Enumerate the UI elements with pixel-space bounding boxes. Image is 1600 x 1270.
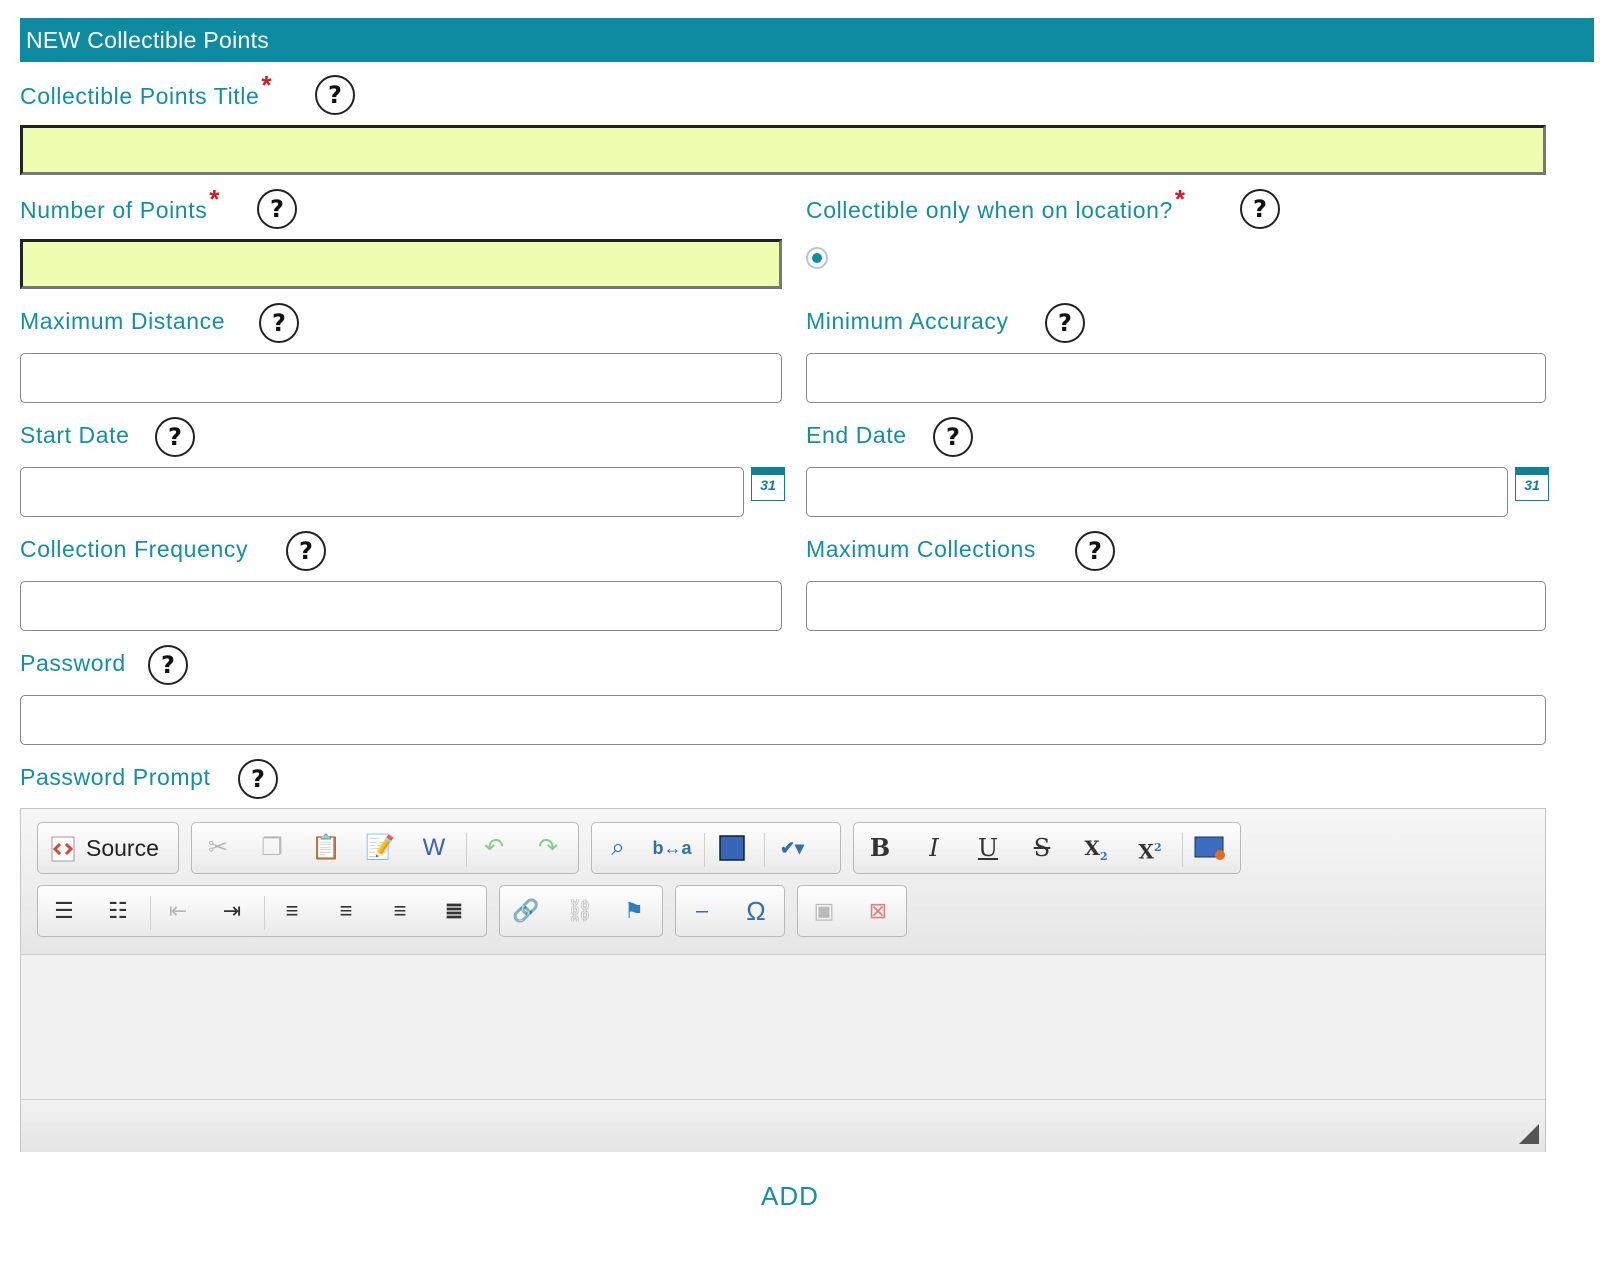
link-icon[interactable]: 🔗 <box>504 889 548 933</box>
tools-group: ▣ ⊠ <box>797 885 907 937</box>
subscript-icon[interactable]: X2 <box>1074 826 1118 870</box>
outdent-icon[interactable]: ⇤ <box>156 889 200 933</box>
underline-icon[interactable]: U <box>966 826 1010 870</box>
help-icon-end-date[interactable]: ? <box>933 417 973 457</box>
image-icon[interactable]: ▣ <box>802 889 846 933</box>
unlink-icon[interactable]: ⛓ <box>558 889 602 933</box>
points-input[interactable] <box>20 239 782 289</box>
links-group: 🔗 ⛓ ⚑ <box>499 885 663 937</box>
help-icon-max-distance[interactable]: ? <box>259 303 299 343</box>
max-collections-input[interactable] <box>806 581 1546 631</box>
italic-icon[interactable]: I <box>912 826 956 870</box>
help-icon-title[interactable]: ? <box>315 75 355 115</box>
replace-icon[interactable]: b↔a <box>650 826 694 870</box>
spellcheck-icon[interactable]: ✔▾ <box>770 826 814 870</box>
field-label-max-collections: Maximum Collections <box>806 536 1036 562</box>
editor-toolbar: Source ✂ ❐ 📋 📝 W ↶ ↷ ⌕ b↔a ✔▾ B I U S X2 <box>21 809 1545 955</box>
field-label-password-prompt: Password Prompt <box>20 764 211 790</box>
editor-content-area[interactable] <box>21 955 1545 1099</box>
field-label-frequency: Collection Frequency <box>20 536 249 562</box>
paste-text-icon[interactable]: 📝 <box>358 826 402 870</box>
anchor-icon[interactable]: ⚑ <box>612 889 656 933</box>
help-icon-max-collections[interactable]: ? <box>1075 531 1115 571</box>
calendar-icon-start[interactable]: 31 <box>751 467 785 501</box>
clipboard-group: ✂ ❐ 📋 📝 W ↶ ↷ <box>191 822 579 874</box>
radio-selected-dot <box>812 253 822 263</box>
remove-format-icon[interactable]: ⊠ <box>856 889 900 933</box>
cut-icon[interactable]: ✂ <box>196 826 240 870</box>
start-date-input[interactable] <box>20 467 744 517</box>
field-label-password: Password <box>20 650 126 676</box>
redo-icon[interactable]: ↷ <box>526 826 570 870</box>
special-char-icon[interactable]: Ω <box>734 889 778 933</box>
source-label: Source <box>86 835 159 861</box>
form-header-title: NEW Collectible Points <box>20 18 1594 62</box>
add-button[interactable]: ADD <box>740 1176 840 1216</box>
align-left-icon[interactable]: ≡ <box>270 889 314 933</box>
editor-status-bar <box>21 1099 1545 1152</box>
html-icon[interactable] <box>1188 826 1232 870</box>
bulleted-list-icon[interactable]: ☷ <box>96 889 140 933</box>
help-icon-min-accuracy[interactable]: ? <box>1045 303 1085 343</box>
title-input[interactable] <box>20 125 1546 175</box>
bold-icon[interactable]: B <box>858 826 902 870</box>
superscript-icon[interactable]: X2 <box>1128 826 1172 870</box>
resize-handle-icon[interactable] <box>1519 1124 1539 1144</box>
field-label-start-date: Start Date <box>20 422 130 448</box>
strike-icon[interactable]: S <box>1020 826 1064 870</box>
help-icon-password-prompt[interactable]: ? <box>238 759 278 799</box>
help-icon-start-date[interactable]: ? <box>155 417 195 457</box>
max-distance-input[interactable] <box>20 353 782 403</box>
field-label-min-accuracy: Minimum Accuracy <box>806 308 1009 334</box>
editing-group: ⌕ b↔a ✔▾ <box>591 822 841 874</box>
find-icon[interactable]: ⌕ <box>596 826 640 870</box>
basic-styles-group: B I U S X2 X2 <box>853 822 1241 874</box>
align-right-icon[interactable]: ≡ <box>378 889 422 933</box>
calendar-icon-end[interactable]: 31 <box>1515 467 1549 501</box>
field-label-title: Collectible Points Title* <box>20 70 273 109</box>
horizontal-rule-icon[interactable]: ⎯ <box>680 889 724 933</box>
align-center-icon[interactable]: ≡ <box>324 889 368 933</box>
on-location-radio[interactable] <box>806 247 828 269</box>
paste-word-icon[interactable]: W <box>412 826 456 870</box>
end-date-input[interactable] <box>806 467 1508 517</box>
field-label-end-date: End Date <box>806 422 907 448</box>
field-label-points: Number of Points* <box>20 184 221 223</box>
numbered-list-icon[interactable]: ☰ <box>42 889 86 933</box>
rich-text-editor: Source ✂ ❐ 📋 📝 W ↶ ↷ ⌕ b↔a ✔▾ B I U S X2 <box>20 808 1546 1152</box>
source-icon <box>51 836 75 862</box>
password-input[interactable] <box>20 695 1546 745</box>
copy-icon[interactable]: ❐ <box>250 826 294 870</box>
help-icon-points[interactable]: ? <box>257 189 297 229</box>
justify-icon[interactable]: ≣ <box>432 889 476 933</box>
required-mark: * <box>1174 184 1186 214</box>
insert-group: ⎯ Ω <box>675 885 785 937</box>
indent-icon[interactable]: ⇥ <box>210 889 254 933</box>
min-accuracy-input[interactable] <box>806 353 1546 403</box>
paragraph-group: ☰ ☷ ⇤ ⇥ ≡ ≡ ≡ ≣ <box>37 885 487 937</box>
select-all-icon[interactable] <box>710 826 754 870</box>
help-icon-frequency[interactable]: ? <box>286 531 326 571</box>
required-mark: * <box>209 184 221 214</box>
required-mark: * <box>261 70 273 100</box>
source-button[interactable]: Source <box>37 822 179 874</box>
help-icon-on-location[interactable]: ? <box>1240 189 1280 229</box>
field-label-max-distance: Maximum Distance <box>20 308 226 334</box>
help-icon-password[interactable]: ? <box>148 645 188 685</box>
paste-icon[interactable]: 📋 <box>304 826 348 870</box>
undo-icon[interactable]: ↶ <box>472 826 516 870</box>
field-label-on-location: Collectible only when on location?* <box>806 184 1186 223</box>
frequency-input[interactable] <box>20 581 782 631</box>
